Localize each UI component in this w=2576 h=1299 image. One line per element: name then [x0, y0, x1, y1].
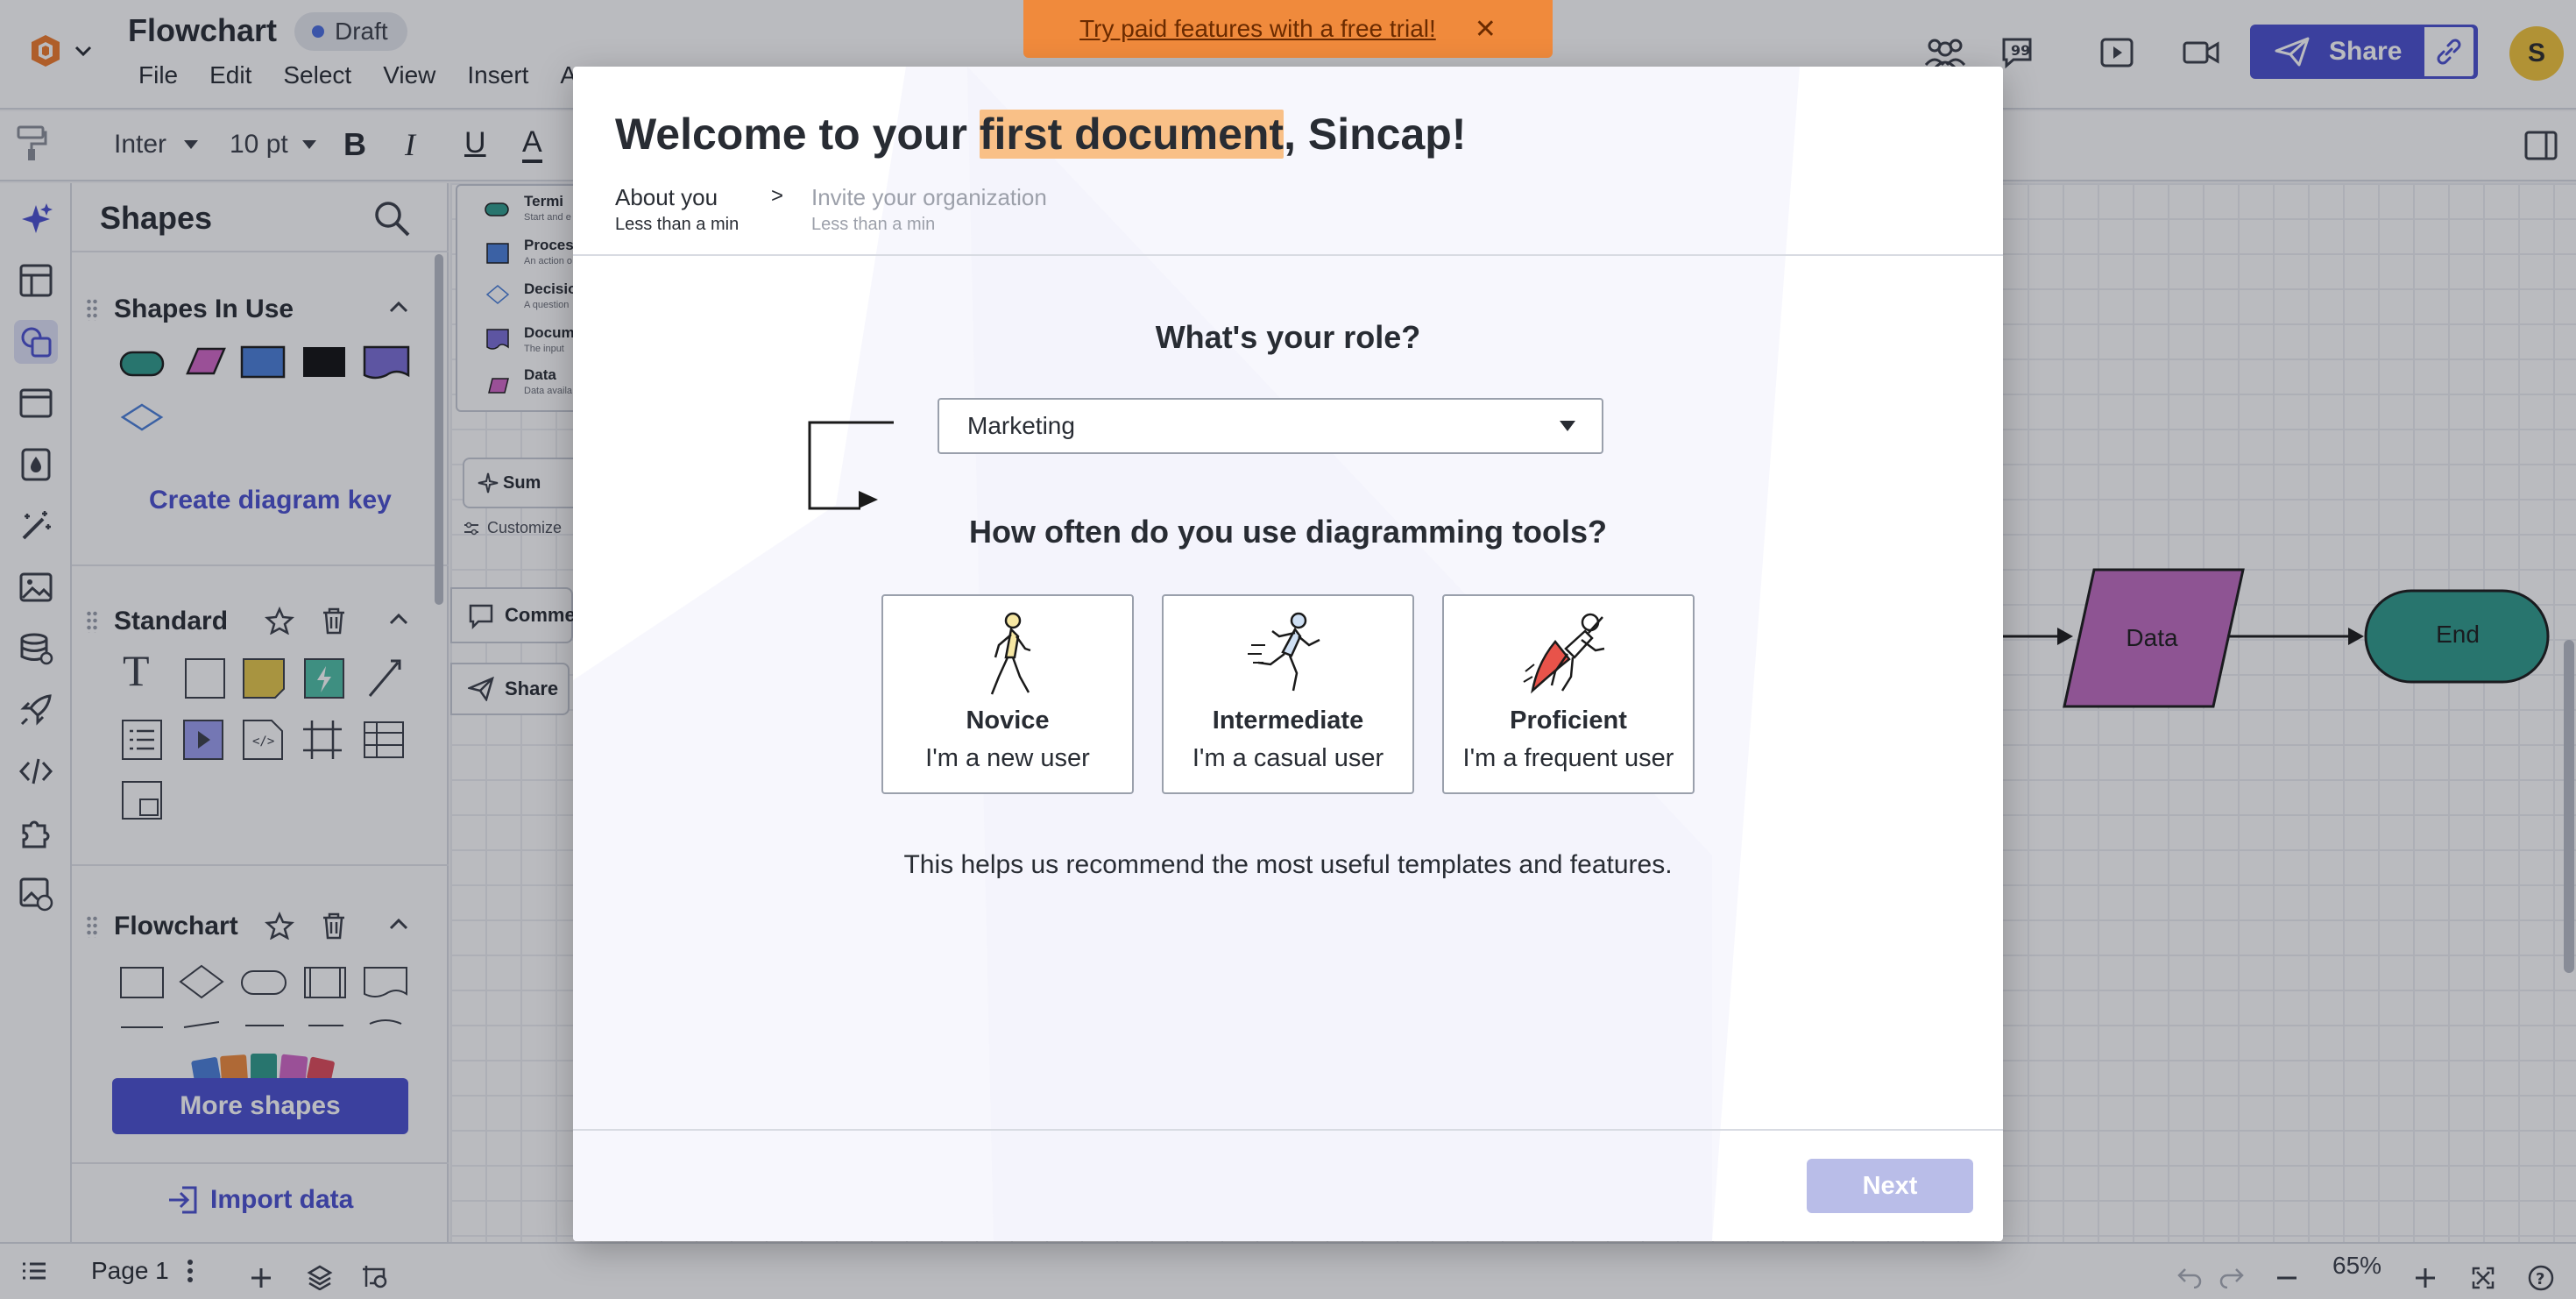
trial-banner-link[interactable]: Try paid features with a free trial! — [1079, 15, 1436, 43]
step-duration: Less than a min — [811, 215, 936, 234]
step-duration: Less than a min — [615, 215, 740, 234]
flow-connector-arrow — [808, 421, 894, 510]
modal-footer-divider — [573, 1129, 2003, 1131]
role-select[interactable]: Marketing — [938, 398, 1603, 454]
option-title: Novice — [966, 706, 1050, 735]
frequency-question: How often do you use diagramming tools? — [968, 514, 1607, 550]
welcome-heading-prefix: Welcome to your — [615, 110, 980, 159]
option-card-intermediate[interactable]: Intermediate I'm a casual user — [1162, 594, 1414, 794]
option-card-proficient[interactable]: Proficient I'm a frequent user — [1442, 594, 1695, 794]
onboarding-modal: Welcome to your first document, Sincap! … — [573, 67, 2003, 1241]
step-about-you: About you Less than a min — [615, 184, 739, 235]
next-button[interactable]: Next — [1807, 1159, 1973, 1213]
walking-person-icon — [990, 612, 1031, 695]
step-separator: > — [771, 184, 784, 208]
welcome-heading: Welcome to your first document, Sincap! — [615, 109, 1466, 160]
step-label: Invite your organization — [811, 184, 1047, 210]
option-description: I'm a frequent user — [1462, 744, 1674, 772]
option-description: I'm a new user — [925, 744, 1090, 772]
dropdown-caret-icon — [1560, 421, 1575, 431]
close-icon[interactable]: ✕ — [1475, 14, 1497, 45]
superhero-flying-icon — [1523, 613, 1605, 694]
step-label: About you — [615, 184, 718, 210]
helper-text: This helps us recommend the most useful … — [903, 850, 1673, 879]
role-question: What's your role? — [1155, 319, 1421, 355]
option-description: I'm a casual user — [1192, 744, 1384, 772]
option-title: Proficient — [1510, 706, 1627, 735]
trial-banner: Try paid features with a free trial! ✕ — [1023, 0, 1553, 58]
role-select-value: Marketing — [967, 412, 1075, 439]
step-invite-organization: Invite your organization Less than a min — [811, 184, 1047, 235]
welcome-heading-suffix: , Sincap! — [1284, 110, 1467, 159]
option-title: Intermediate — [1212, 706, 1364, 735]
welcome-heading-highlight: first document — [979, 110, 1284, 159]
running-person-icon — [1248, 612, 1320, 692]
modal-header-divider — [573, 254, 2003, 256]
option-card-novice[interactable]: Novice I'm a new user — [881, 594, 1134, 794]
